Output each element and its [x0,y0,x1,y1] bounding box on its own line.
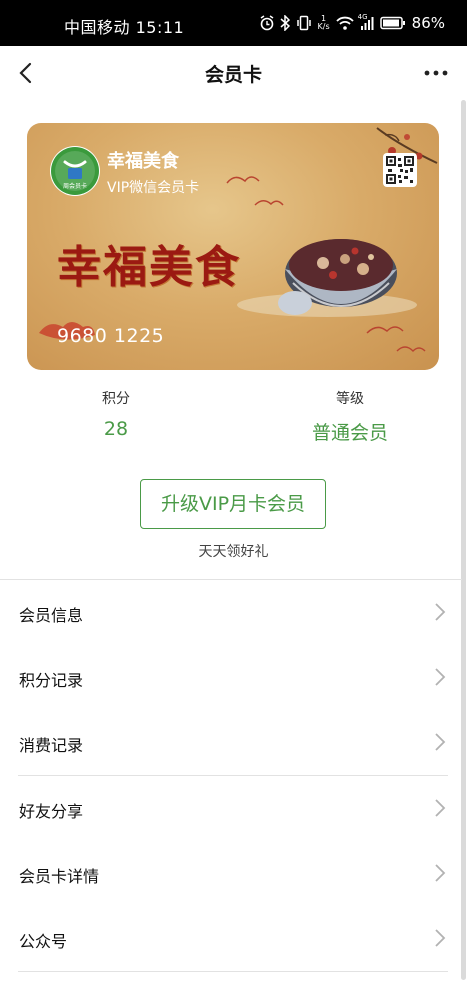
card-brand-name: 幸福美食 [107,151,179,172]
net-speed: 1 K/s [317,14,330,31]
battery-percent: 86% [411,14,445,32]
chevron-right-icon [435,929,446,947]
card-type: VIP微信会员卡 [107,180,200,196]
brand-logo: 周会员卡 [50,146,100,196]
battery-icon [379,16,406,30]
alarm-icon [260,15,274,31]
divider [18,971,448,972]
more-icon [424,70,448,76]
menu-item-label: 公众号 [19,932,68,951]
menu-item-member-info[interactable]: 会员信息 [0,580,462,645]
card-headline: 幸福美食 [57,242,241,293]
level-label: 等级 [336,391,364,407]
card-number: 9680 1225 [57,325,165,347]
menu-item-points-record[interactable]: 积分记录 [0,645,462,710]
status-icons: 1 K/s 4G 86% [260,12,445,34]
signal-icon: 4G [358,13,374,30]
chevron-right-icon [435,603,446,621]
menu-item-card-details[interactable]: 会员卡详情 [0,841,462,906]
vibrate-icon [296,15,312,31]
svg-text:周会员卡: 周会员卡 [63,182,87,190]
upgrade-subtitle: 天天领好礼 [198,544,269,560]
member-card[interactable]: 周会员卡 幸福美食 VIP微信会员卡 幸福美食 9680 1225 [27,123,439,370]
menu-item-consumption-record[interactable]: 消费记录 [0,710,462,775]
page-title: 会员卡 [204,64,262,86]
menu-item-label: 好友分享 [19,802,84,821]
level-stat[interactable]: 等级 普通会员 [250,388,450,445]
chevron-right-icon [435,864,446,882]
points-label: 积分 [102,391,130,407]
chevron-right-icon [435,799,446,817]
carrier-time: 中国移动 15:11 [64,18,185,37]
points-stat[interactable]: 积分 28 [16,388,216,440]
wifi-icon [336,16,354,30]
qr-code-icon[interactable] [383,153,417,187]
level-value: 普通会员 [311,422,388,444]
points-value: 28 [103,418,129,440]
menu-item-label: 会员信息 [19,606,84,625]
bluetooth-icon [280,15,290,31]
nav-bar: 会员卡 [0,46,467,100]
chevron-right-icon [435,668,446,686]
status-bar: 中国移动 15:11 1 K/s 4G 86% [0,0,467,46]
upgrade-vip-button[interactable]: 升级VIP月卡会员 [140,479,326,529]
menu-item-label: 积分记录 [19,671,84,690]
menu-item-label: 会员卡详情 [19,867,100,886]
menu-item-label: 消费记录 [19,736,84,755]
chevron-right-icon [435,733,446,751]
more-button[interactable] [421,58,451,88]
menu-item-official-account[interactable]: 公众号 [0,906,462,971]
menu-item-share-friends[interactable]: 好友分享 [0,776,462,841]
